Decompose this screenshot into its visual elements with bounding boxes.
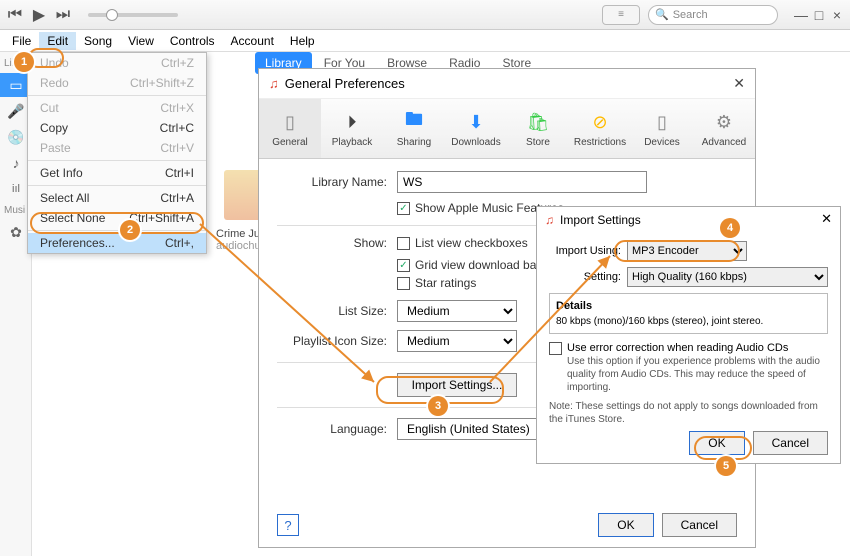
setting-label: Setting: — [549, 271, 621, 283]
menu-cut[interactable]: CutCtrl+X — [28, 98, 206, 118]
volume-slider[interactable] — [88, 13, 178, 17]
setting-select[interactable]: High Quality (160 kbps) — [627, 267, 828, 287]
annotation-badge-1: 1 — [14, 52, 34, 72]
tab-restrictions[interactable]: ⊘Restrictions — [569, 99, 631, 158]
menu-song[interactable]: Song — [76, 32, 120, 50]
menu-view[interactable]: View — [120, 32, 162, 50]
play-circle-icon: ⏵ — [339, 109, 365, 135]
prefs-tabs: ▯General ⏵Playback 🖿Sharing ⬇Downloads 🛍… — [259, 99, 755, 159]
annotation-badge-4: 4 — [720, 218, 740, 238]
next-icon[interactable]: ⏭ — [54, 6, 72, 24]
error-correction-label: Use error correction when reading Audio … — [567, 342, 788, 354]
import-close-button[interactable]: ✕ — [821, 211, 832, 227]
error-hint: Use this option if you experience proble… — [567, 355, 828, 394]
prefs-title: General Preferences — [285, 76, 405, 91]
phone-icon: ▯ — [277, 109, 303, 135]
prefs-cancel-button[interactable]: Cancel — [662, 513, 737, 537]
tab-advanced[interactable]: ⚙Advanced — [693, 99, 755, 158]
star-checkbox[interactable] — [397, 277, 410, 290]
tab-devices[interactable]: ▯Devices — [631, 99, 693, 158]
search-icon: 🔍 — [655, 8, 669, 21]
view-toggle[interactable]: ≡ — [602, 5, 640, 25]
import-note: Note: These settings do not apply to son… — [549, 400, 828, 426]
menu-controls[interactable]: Controls — [162, 32, 223, 50]
tab-playback[interactable]: ⏵Playback — [321, 99, 383, 158]
gridview-checkbox[interactable]: ✓ — [397, 259, 410, 272]
restrictions-icon: ⊘ — [587, 109, 613, 135]
playlist-icon-label: Playlist Icon Size: — [277, 334, 387, 348]
tab-sharing[interactable]: 🖿Sharing — [383, 99, 445, 158]
tab-general[interactable]: ▯General — [259, 99, 321, 158]
library-name-input[interactable] — [397, 171, 647, 193]
prev-icon[interactable]: ⏮ — [6, 6, 24, 24]
listview-label: List view checkboxes — [415, 236, 528, 250]
details-label: Details — [556, 300, 821, 312]
playlist-icon-select[interactable]: Medium — [397, 330, 517, 352]
listview-checkbox[interactable] — [397, 237, 410, 250]
search-placeholder: Search — [673, 9, 708, 21]
close-button[interactable]: × — [830, 7, 844, 23]
help-button[interactable]: ? — [277, 514, 299, 536]
menubar: File Edit Song View Controls Account Hel… — [0, 30, 850, 52]
prefs-ok-button[interactable]: OK — [598, 513, 653, 537]
titlebar: ⏮ ▶ ⏭ ≡ 🔍 Search — □ × — [0, 0, 850, 30]
search-input[interactable]: 🔍 Search — [648, 5, 778, 25]
prefs-close-button[interactable]: ✕ — [733, 75, 745, 92]
menu-file[interactable]: File — [4, 32, 39, 50]
list-size-select[interactable]: Medium — [397, 300, 517, 322]
menu-getinfo[interactable]: Get InfoCtrl+I — [28, 163, 206, 183]
music-app-icon: ♫ — [269, 76, 279, 91]
folder-share-icon: 🖿 — [401, 109, 427, 135]
show-label: Show: — [277, 236, 387, 250]
menu-selectall[interactable]: Select AllCtrl+A — [28, 188, 206, 208]
minimize-button[interactable]: — — [794, 7, 808, 23]
play-icon[interactable]: ▶ — [30, 6, 48, 24]
menu-redo[interactable]: RedoCtrl+Shift+Z — [28, 73, 206, 93]
devices-icon: ▯ — [649, 109, 675, 135]
annotation-badge-2: 2 — [120, 220, 140, 240]
playback-controls: ⏮ ▶ ⏭ — [6, 6, 178, 24]
import-cancel-button[interactable]: Cancel — [753, 431, 828, 455]
star-label: Star ratings — [415, 276, 476, 290]
download-icon: ⬇ — [463, 109, 489, 135]
details-box: Details 80 kbps (mono)/160 kbps (stereo)… — [549, 293, 828, 334]
details-text: 80 kbps (mono)/160 kbps (stereo), joint … — [556, 316, 821, 327]
music-app-icon: ♫ — [545, 213, 554, 227]
tab-store-pref[interactable]: 🛍Store — [507, 99, 569, 158]
list-size-label: List Size: — [277, 304, 387, 318]
menu-edit[interactable]: Edit — [39, 32, 76, 50]
show-apple-checkbox[interactable]: ✓ — [397, 202, 410, 215]
gear-icon: ⚙ — [711, 109, 737, 135]
maximize-button[interactable]: □ — [812, 7, 826, 23]
menu-help[interactable]: Help — [282, 32, 323, 50]
import-using-label: Import Using: — [549, 245, 621, 257]
language-label: Language: — [277, 422, 387, 436]
annotation-badge-5: 5 — [716, 456, 736, 476]
error-correction-checkbox[interactable] — [549, 342, 562, 355]
menu-copy[interactable]: CopyCtrl+C — [28, 118, 206, 138]
annotation-badge-3: 3 — [428, 396, 448, 416]
import-title: Import Settings — [560, 213, 641, 227]
library-name-label: Library Name: — [277, 175, 387, 189]
menu-account[interactable]: Account — [223, 32, 282, 50]
tab-downloads[interactable]: ⬇Downloads — [445, 99, 507, 158]
menu-preferences[interactable]: Preferences...Ctrl+, — [28, 233, 206, 253]
bag-icon: 🛍 — [525, 109, 551, 135]
menu-paste[interactable]: PasteCtrl+V — [28, 138, 206, 158]
